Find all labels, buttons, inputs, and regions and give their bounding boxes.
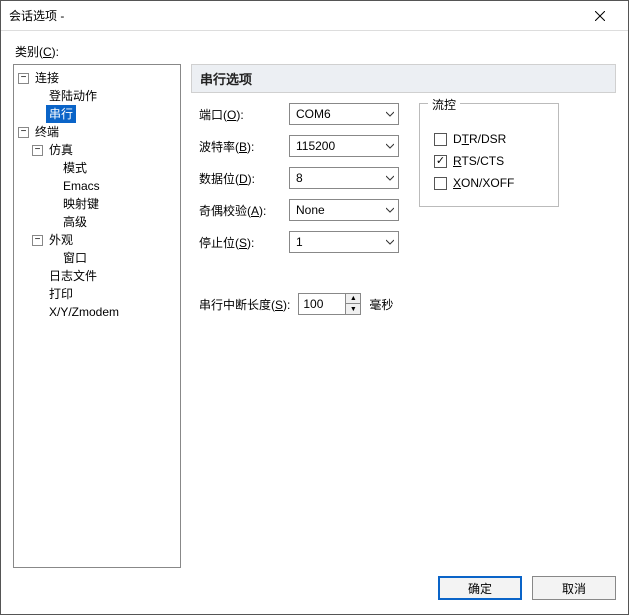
databits-label: 数据位(D): xyxy=(199,170,289,187)
tree-item-serial[interactable]: 串行 xyxy=(32,105,178,123)
xon-label: XON/XOFF xyxy=(453,176,514,190)
content-panel: 串行选项 端口(O): COM6 波特率(B): 115200 数据位(D): … xyxy=(191,64,616,568)
footer: 确定 取消 xyxy=(13,568,616,604)
tree-item-terminal[interactable]: − 终端 xyxy=(18,123,178,141)
spinner-up[interactable]: ▲ xyxy=(346,294,360,304)
break-length-unit: 毫秒 xyxy=(369,296,393,313)
rts-checkbox[interactable] xyxy=(434,155,447,168)
flowcontrol-legend: 流控 xyxy=(428,96,460,113)
stopbits-select[interactable]: 1 xyxy=(289,231,399,253)
flowcontrol-group: 流控 DTR/DSR RTS/CTS XON/XOFF xyxy=(419,103,559,207)
category-label: 类别(C): xyxy=(15,43,616,60)
chevron-down-icon xyxy=(386,107,394,121)
rts-checkbox-row[interactable]: RTS/CTS xyxy=(434,150,544,172)
tree-item-appearance[interactable]: − 外观 xyxy=(32,231,178,249)
dtr-label: DTR/DSR xyxy=(453,132,506,146)
baud-label: 波特率(B): xyxy=(199,138,289,155)
ok-button[interactable]: 确定 xyxy=(438,576,522,600)
chevron-down-icon xyxy=(386,139,394,153)
tree-item-logfile[interactable]: 日志文件 xyxy=(32,267,178,285)
break-length-spinner[interactable]: ▲ ▼ xyxy=(298,293,361,315)
collapse-icon[interactable]: − xyxy=(18,73,29,84)
form-grid: 端口(O): COM6 波特率(B): 115200 数据位(D): 8 奇偶校… xyxy=(199,103,399,253)
dialog-window: 会话选项 - 类别(C): − 连接 登陆动作 串行 xyxy=(0,0,629,615)
stopbits-label: 停止位(S): xyxy=(199,234,289,251)
xon-checkbox-row[interactable]: XON/XOFF xyxy=(434,172,544,194)
close-button[interactable] xyxy=(580,2,620,30)
cancel-button[interactable]: 取消 xyxy=(532,576,616,600)
section-title: 串行选项 xyxy=(191,64,616,93)
break-length-label: 串行中断长度(S): xyxy=(199,296,290,313)
port-select[interactable]: COM6 xyxy=(289,103,399,125)
break-length-row: 串行中断长度(S): ▲ ▼ 毫秒 xyxy=(199,293,616,315)
tree-item-connection[interactable]: − 连接 xyxy=(18,69,178,87)
spinner-down[interactable]: ▼ xyxy=(346,304,360,314)
dialog-body: 类别(C): − 连接 登陆动作 串行 xyxy=(1,31,628,614)
dtr-checkbox[interactable] xyxy=(434,133,447,146)
rts-label: RTS/CTS xyxy=(453,154,504,168)
parity-label: 奇偶校验(A): xyxy=(199,202,289,219)
chevron-down-icon xyxy=(386,203,394,217)
collapse-icon[interactable]: − xyxy=(32,145,43,156)
tree-item-mode[interactable]: 模式 xyxy=(46,159,178,177)
collapse-icon[interactable]: − xyxy=(32,235,43,246)
tree-item-print[interactable]: 打印 xyxy=(32,285,178,303)
form-area: 端口(O): COM6 波特率(B): 115200 数据位(D): 8 奇偶校… xyxy=(191,93,616,263)
parity-select[interactable]: None xyxy=(289,199,399,221)
tree-item-advanced[interactable]: 高级 xyxy=(46,213,178,231)
chevron-down-icon xyxy=(386,235,394,249)
tree-item-mapkey[interactable]: 映射键 xyxy=(46,195,178,213)
tree-item-emacs[interactable]: Emacs xyxy=(46,177,178,195)
break-length-input[interactable] xyxy=(299,294,345,314)
category-tree[interactable]: − 连接 登陆动作 串行 − 终端 xyxy=(13,64,181,568)
close-icon xyxy=(595,11,605,21)
tree-item-xyzmodem[interactable]: X/Y/Zmodem xyxy=(32,303,178,321)
main-area: − 连接 登陆动作 串行 − 终端 xyxy=(13,64,616,568)
window-title: 会话选项 - xyxy=(9,7,580,24)
tree-item-window[interactable]: 窗口 xyxy=(46,249,178,267)
tree-item-login[interactable]: 登陆动作 xyxy=(32,87,178,105)
tree-item-emulation[interactable]: − 仿真 xyxy=(32,141,178,159)
collapse-icon[interactable]: − xyxy=(18,127,29,138)
databits-select[interactable]: 8 xyxy=(289,167,399,189)
baud-select[interactable]: 115200 xyxy=(289,135,399,157)
xon-checkbox[interactable] xyxy=(434,177,447,190)
chevron-down-icon xyxy=(386,171,394,185)
port-label: 端口(O): xyxy=(199,106,289,123)
dtr-checkbox-row[interactable]: DTR/DSR xyxy=(434,128,544,150)
titlebar: 会话选项 - xyxy=(1,1,628,31)
